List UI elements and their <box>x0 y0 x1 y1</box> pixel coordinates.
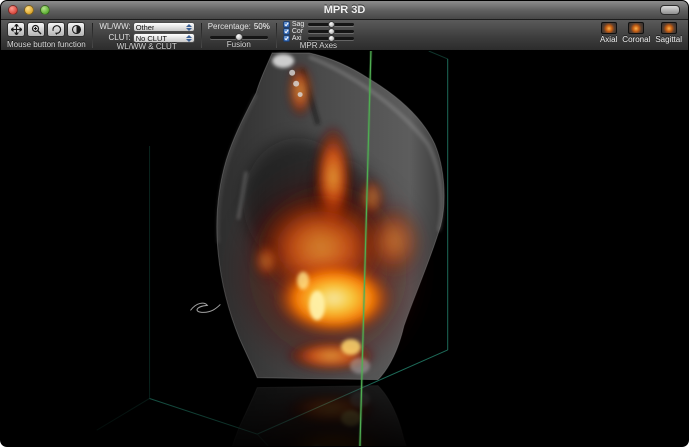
mpr-axes-group-label: MPR Axes <box>300 42 337 51</box>
pan-tool-button[interactable] <box>7 22 25 37</box>
wlww-tool-button[interactable] <box>67 22 85 37</box>
wlww-clut-group: WL/WW: Other CLUT: No CLUT WL/WW & CLUT <box>99 21 195 50</box>
window-title: MPR 3D <box>1 4 688 16</box>
fusion-percentage-value: 50% <box>254 22 270 31</box>
coronal-axis-checkbox[interactable] <box>283 28 290 35</box>
sagittal-axis-label: Sag <box>292 21 306 28</box>
fused-pet-ct-volume <box>217 53 444 380</box>
traffic-lights <box>8 5 50 15</box>
coronal-view-icon <box>628 22 644 34</box>
minimize-button[interactable] <box>24 5 34 15</box>
slider-thumb[interactable] <box>328 35 335 42</box>
toolbar-separator <box>92 23 93 48</box>
mouse-function-group: Mouse button function <box>7 21 86 50</box>
axial-axis-slider[interactable] <box>308 35 354 42</box>
contrast-icon <box>71 24 82 35</box>
mpr-3d-render <box>1 51 688 446</box>
title-bar: MPR 3D <box>1 1 688 20</box>
annotation-scribble <box>190 303 220 312</box>
toolbar: Mouse button function WL/WW: Other CLUT:… <box>1 20 688 51</box>
mpr-axes-group: Sag Cor Axi <box>283 21 354 50</box>
rotate-tool-button[interactable] <box>47 22 65 37</box>
mpr-3d-window: MPR 3D <box>0 0 689 447</box>
toolbar-separator <box>276 23 277 48</box>
checkbox-checked-icon <box>284 29 289 34</box>
axial-axis-checkbox[interactable] <box>283 35 290 42</box>
axial-view-button[interactable]: Axial <box>600 22 617 44</box>
axial-view-label: Axial <box>600 35 617 44</box>
fusion-percentage-label: Percentage: <box>208 22 251 31</box>
magnifier-plus-icon <box>31 24 42 35</box>
toolbar-separator <box>201 23 202 48</box>
sagittal-view-button[interactable]: Sagittal <box>655 22 682 44</box>
coronal-view-label: Coronal <box>622 35 650 44</box>
slider-thumb[interactable] <box>328 28 335 35</box>
popup-stepper-icon <box>186 24 192 31</box>
fusion-group: Percentage: 50% Fusion <box>208 21 270 50</box>
sagittal-axis-checkbox[interactable] <box>283 21 290 28</box>
coronal-axis-slider[interactable] <box>308 28 354 35</box>
close-button[interactable] <box>8 5 18 15</box>
mouse-group-label: Mouse button function <box>7 41 86 50</box>
sagittal-view-icon <box>661 22 677 34</box>
zoom-tool-button[interactable] <box>27 22 45 37</box>
checkbox-checked-icon <box>284 22 289 27</box>
fusion-percentage-slider[interactable] <box>210 33 268 41</box>
popup-stepper-icon <box>186 35 192 42</box>
coronal-axis-label: Cor <box>292 28 306 35</box>
sagittal-axis-slider[interactable] <box>308 21 354 28</box>
reflection-fade <box>1 383 688 446</box>
fusion-group-label: Fusion <box>227 41 251 50</box>
view-buttons: Axial Coronal Sagittal <box>600 21 682 50</box>
toolbar-toggle-button[interactable] <box>660 5 680 15</box>
slider-thumb[interactable] <box>328 21 335 28</box>
wlww-value: Other <box>136 23 155 32</box>
wlww-popup[interactable]: Other <box>133 22 195 32</box>
axial-view-icon <box>601 22 617 34</box>
coronal-view-button[interactable]: Coronal <box>622 22 650 44</box>
pan-icon <box>11 24 22 35</box>
wlww-label: WL/WW: <box>99 22 131 32</box>
checkbox-checked-icon <box>284 36 289 41</box>
slider-thumb[interactable] <box>235 33 243 41</box>
sagittal-view-label: Sagittal <box>655 35 682 44</box>
rotate-icon <box>51 24 62 35</box>
render-viewport[interactable] <box>1 51 688 446</box>
zoom-window-button[interactable] <box>40 5 50 15</box>
